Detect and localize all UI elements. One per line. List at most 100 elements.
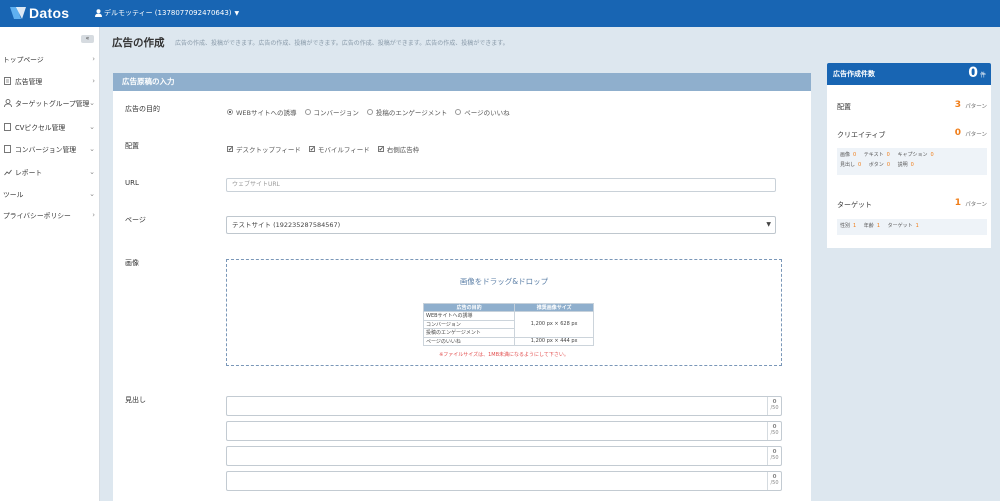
detail-value: 0 [930, 152, 934, 158]
detail-row: 見出し 0 ボタン 0 説明 0 [840, 161, 984, 168]
document-icon [3, 145, 12, 154]
summary-title: 広告作成件数 [833, 70, 875, 78]
detail-label: 見出し [840, 162, 856, 168]
total-count: 0 [968, 65, 978, 81]
detail-label: ターゲット [887, 223, 913, 229]
placement-option-right-column[interactable]: ✔ 右側広告枠 [377, 144, 420, 154]
user-label: デルモッティー (1378077092470643) [104, 9, 232, 17]
headline-input[interactable]: 0 /50 [226, 396, 782, 416]
char-counter: 0 /50 [767, 422, 781, 440]
sidebar-item-label: トップページ [3, 56, 44, 64]
chevron-down-icon: ⌄ [89, 168, 95, 176]
url-label: URL [125, 179, 139, 187]
table-cell: 1,200 px × 444 px [514, 336, 594, 346]
chevron-right-icon: › [92, 55, 95, 63]
document-icon [3, 123, 12, 132]
detail-value: 1 [853, 223, 857, 229]
char-max: /50 [770, 480, 779, 486]
detail-value: 0 [886, 162, 890, 168]
top-bar: Datos デルモッティー (1378077092470643) ▼ [0, 0, 1000, 27]
page-select-value: テストサイト (192235287584567) [232, 221, 341, 229]
objective-option-engagement[interactable]: 投稿のエンゲージメント [366, 107, 447, 117]
headline-input[interactable]: 0 /50 [226, 421, 782, 441]
headline-input[interactable]: 0 /50 [226, 471, 782, 491]
radio-button[interactable] [304, 109, 311, 115]
detail-value: 0 [910, 162, 914, 168]
checkbox-checked[interactable]: ✔ [227, 146, 233, 153]
sidebar-item-ads[interactable]: 広告管理 › [0, 74, 100, 88]
summary-creative: クリエイティブ 0 パターン [837, 128, 987, 140]
sidebar-item-cv-pixel[interactable]: CVピクセル管理 ⌄ [0, 120, 100, 134]
sidebar-item-tools[interactable]: ツール ⌄ [0, 187, 100, 201]
chart-icon [3, 168, 12, 177]
sidebar-item-label: 広告管理 [15, 78, 43, 86]
detail-label: 年齢 [863, 223, 874, 229]
ad-form-panel: 広告の目的 WEBサイトへの誘導 コンバージョン 投稿のエンゲージメント ページ… [113, 91, 811, 501]
summary-unit: パターン [965, 104, 987, 110]
char-max: /50 [770, 405, 779, 411]
checkbox-checked[interactable]: ✔ [377, 146, 384, 153]
headline-input[interactable]: 0 /50 [226, 446, 782, 466]
summary-total: 0件 [968, 65, 986, 81]
logo-icon [10, 7, 26, 19]
detail-label: ボタン [868, 162, 884, 168]
summary-placement: 配置 3 パターン [837, 100, 987, 112]
detail-value: 1 [876, 223, 880, 229]
sidebar-item-privacy[interactable]: プライバシーポリシー › [0, 208, 100, 222]
objective-option-conversion[interactable]: コンバージョン [304, 107, 359, 117]
checkbox-checked[interactable]: ✔ [308, 146, 315, 153]
target-details: 性別 1 年齢 1 ターゲット 1 [837, 219, 987, 235]
objective-option-website[interactable]: WEBサイトへの誘導 [227, 107, 297, 117]
table-cell: WEBサイトへの誘導 [422, 311, 516, 321]
person-icon [3, 99, 12, 108]
user-icon [95, 9, 102, 17]
char-counter: 0 /50 [767, 447, 781, 465]
sidebar-item-top[interactable]: トップページ › [0, 52, 100, 66]
page-title: 広告の作成 [112, 37, 165, 49]
radio-button[interactable] [227, 109, 233, 115]
char-counter: 0 /50 [767, 472, 781, 490]
page-label: ページ [125, 216, 146, 224]
summary-count: 3 [954, 100, 961, 110]
logo[interactable]: Datos [10, 4, 69, 22]
page-select[interactable]: テストサイト (192235287584567) ▼ [226, 216, 776, 234]
chevron-right-icon: › [92, 211, 95, 219]
chevron-down-icon: ⌄ [89, 123, 95, 131]
option-label: デスクトップフィード [236, 146, 301, 154]
placement-checkbox-group: ✔ デスクトップフィード ✔ モバイルフィード ✔ 右側広告枠 [227, 144, 427, 154]
headline-label: 見出し [125, 396, 146, 404]
image-label: 画像 [125, 259, 139, 267]
table-header: 推奨画像サイズ [514, 303, 594, 312]
char-max: /50 [770, 455, 779, 461]
objective-radio-group: WEBサイトへの誘導 コンバージョン 投稿のエンゲージメント ページのいいね [227, 107, 518, 117]
option-label: コンバージョン [313, 109, 359, 117]
dropzone-title: 画像をドラッグ&ドロップ [459, 277, 549, 286]
sidebar-item-target-groups[interactable]: ターゲットグループ管理 ⌄ [0, 96, 100, 110]
radio-button[interactable] [366, 109, 373, 115]
detail-label: 画像 [840, 152, 851, 158]
chevron-down-icon: ⌄ [89, 99, 95, 107]
summary-header: 広告作成件数 0件 [827, 63, 991, 85]
placement-option-desktop[interactable]: ✔ デスクトップフィード [227, 144, 301, 154]
user-menu[interactable]: デルモッティー (1378077092470643) ▼ [95, 8, 239, 18]
sidebar-item-report[interactable]: レポート ⌄ [0, 165, 100, 179]
table-cell: 1,200 px × 628 px [514, 311, 594, 338]
sidebar-item-label: コンバージョン管理 [15, 146, 77, 154]
url-input[interactable]: ウェブサイトURL [226, 178, 776, 192]
detail-value: 0 [886, 152, 890, 158]
char-counter: 0 /50 [767, 397, 781, 415]
option-label: 右側広告枠 [386, 146, 420, 154]
radio-button[interactable] [455, 109, 462, 115]
objective-label: 広告の目的 [125, 105, 160, 113]
sidebar-item-conversion[interactable]: コンバージョン管理 ⌄ [0, 142, 100, 156]
table-cell: 投稿のエンゲージメント [422, 328, 516, 338]
table-cell: ページのいいね [422, 336, 516, 346]
objective-option-page-likes[interactable]: ページのいいね [455, 107, 510, 117]
chevron-down-icon: ⌄ [89, 145, 95, 153]
detail-label: キャプション [897, 152, 928, 158]
image-dropzone[interactable]: 画像をドラッグ&ドロップ 広告の目的 推奨画像サイズ WEBサイトへの誘導 1,… [226, 259, 782, 366]
panel-header: 広告原稿の入力 [113, 73, 811, 91]
collapse-sidebar-button[interactable]: « [81, 35, 94, 43]
summary-panel: 配置 3 パターン クリエイティブ 0 パターン 画像 0 テキスト 0 キャプショ… [827, 85, 991, 248]
placement-option-mobile[interactable]: ✔ モバイルフィード [308, 144, 370, 154]
